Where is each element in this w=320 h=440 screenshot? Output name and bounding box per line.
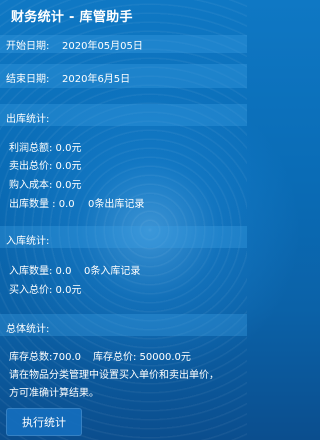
- end-date-value[interactable]: 2020年6月5日: [62, 70, 130, 85]
- outbound-sales-total: 卖出总价: 0.0元: [9, 161, 82, 172]
- stock-qty: 库存总数:700.0: [9, 352, 81, 363]
- inbound-records: 0条入库记录: [84, 266, 141, 277]
- inbound-buy-total: 买入总价: 0.0元: [9, 285, 82, 296]
- inbound-qty: 入库数量: 0.0: [9, 266, 72, 277]
- start-date-label: 开始日期:: [6, 41, 50, 52]
- outbound-profit: 利润总额: 0.0元: [9, 143, 82, 154]
- hint-line-2: 方可准确计算结果。: [9, 388, 99, 399]
- run-statistics-button[interactable]: 执行统计: [6, 408, 82, 436]
- stock-value: 库存总价: 50000.0元: [93, 352, 191, 363]
- hint-line-1: 请在物品分类管理中设置买入单价和卖出单价，: [9, 370, 219, 381]
- overall-header: 总体统计:: [6, 324, 50, 335]
- start-date-value[interactable]: 2020年05月05日: [62, 37, 143, 52]
- outbound-header: 出库统计:: [6, 114, 50, 125]
- outbound-records: 0条出库记录: [88, 199, 145, 210]
- outbound-purchase-cost: 购入成本: 0.0元: [9, 180, 82, 191]
- outbound-qty: 出库数量 : 0.0: [9, 199, 75, 210]
- end-date-label: 结束日期:: [6, 74, 50, 85]
- inbound-header: 入库统计:: [6, 236, 50, 247]
- page-title: 财务统计 - 库管助手: [11, 10, 133, 25]
